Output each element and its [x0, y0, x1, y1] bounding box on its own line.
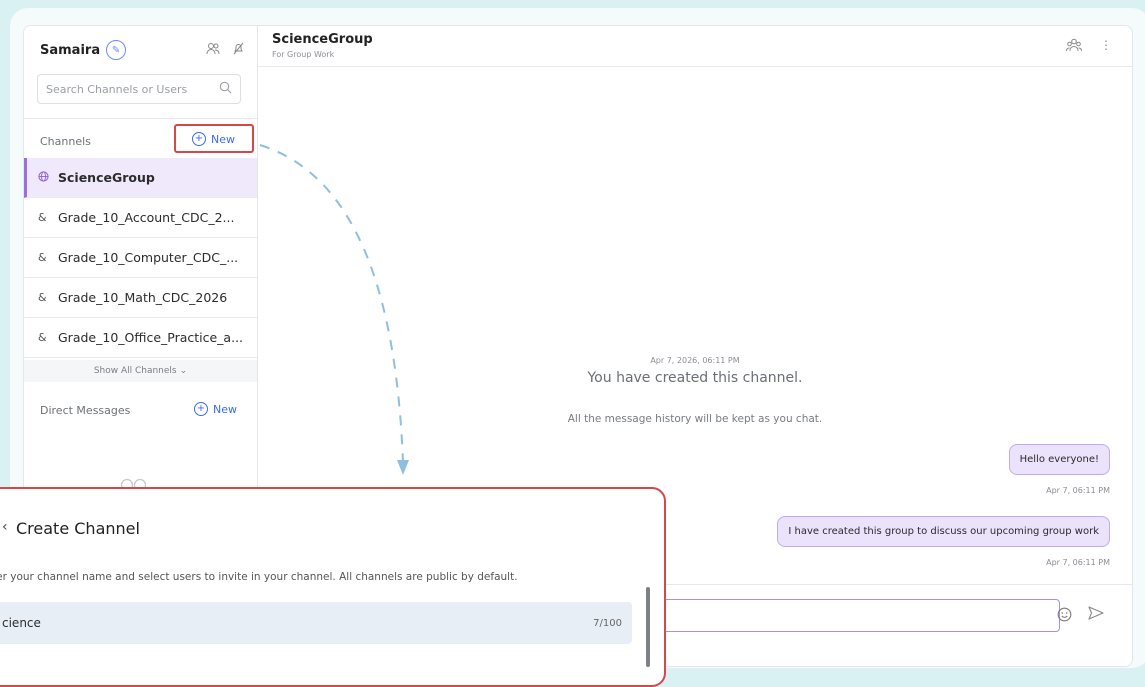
channel-label: Grade_10_Computer_CDC_... [58, 250, 239, 265]
channel-item-sciencegroup[interactable]: ScienceGroup [24, 158, 257, 198]
plus-icon: + [194, 402, 208, 416]
members-icon[interactable] [1066, 38, 1082, 55]
channel-item-math[interactable]: & Grade_10_Math_CDC_2026 [24, 278, 257, 318]
dialog-title: Create Channel [16, 519, 140, 538]
message-input[interactable] [618, 599, 1060, 632]
message-timestamp: Apr 7, 06:11 PM [1046, 486, 1110, 495]
channel-item-computer[interactable]: & Grade_10_Computer_CDC_... [24, 238, 257, 278]
user-name: Samaira [40, 42, 101, 58]
send-icon[interactable] [1088, 606, 1104, 624]
globe-icon [38, 170, 52, 185]
create-channel-dialog: ‹ Create Channel ter your channel name a… [0, 487, 666, 687]
sidebar-top-icons [206, 42, 245, 59]
created-timestamp: Apr 7, 2026, 06:11 PM [650, 356, 740, 365]
search-icon[interactable] [219, 81, 232, 98]
search-placeholder: Search Channels or Users [46, 82, 188, 96]
channel-created-info: Apr 7, 2026, 06:11 PM You have created t… [258, 356, 1132, 386]
mute-notifications-icon[interactable] [232, 42, 245, 59]
message-bubble[interactable]: Hello everyone! [1008, 444, 1110, 475]
show-all-label: Show All Channels [93, 366, 177, 376]
channel-subtitle: For Group Work [272, 50, 335, 59]
created-text: You have created this channel. [587, 370, 803, 386]
channel-label: Grade_10_Account_CDC_2... [58, 210, 235, 225]
more-options-icon[interactable]: ⋮ [1100, 38, 1112, 55]
channel-item-account[interactable]: & Grade_10_Account_CDC_2... [24, 198, 257, 238]
new-direct-message-button[interactable]: + New [194, 402, 237, 416]
new-dm-label: New [213, 402, 237, 416]
users-icon[interactable] [206, 42, 220, 59]
message-bubble[interactable]: I have created this group to discuss our… [777, 516, 1110, 547]
sidebar-divider [24, 118, 257, 119]
emoji-icon[interactable] [1057, 607, 1072, 626]
chevron-down-icon: ⌄ [179, 366, 188, 376]
history-note: All the message history will be kept as … [567, 413, 823, 425]
channels-section-title: Channels [40, 135, 91, 148]
channel-list: ScienceGroup & Grade_10_Account_CDC_2...… [24, 158, 257, 358]
channel-item-office-practice[interactable]: & Grade_10_Office_Practice_a... [24, 318, 257, 358]
header-icons: ⋮ [1066, 38, 1112, 55]
group-icon: & [38, 331, 47, 344]
new-channel-highlight-box [174, 124, 254, 153]
channel-label: Grade_10_Office_Practice_a... [58, 330, 244, 345]
show-all-channels-button[interactable]: Show All Channels ⌄ [24, 360, 257, 382]
edit-profile-icon[interactable]: ✎ [106, 40, 127, 60]
group-icon: & [38, 251, 47, 264]
channel-label: ScienceGroup [58, 170, 155, 185]
chat-header: ScienceGroup For Group Work ⋮ [258, 26, 1132, 67]
direct-messages-title: Direct Messages [40, 404, 131, 417]
channel-name-input[interactable]: cience 7/100 [0, 602, 632, 644]
dialog-description: ter your channel name and select users t… [0, 571, 518, 583]
user-row: Samaira ✎ [40, 38, 245, 62]
group-icon: & [38, 291, 47, 304]
char-counter: 7/100 [593, 617, 622, 629]
search-input[interactable]: Search Channels or Users [37, 74, 241, 104]
dialog-scrollbar[interactable] [646, 587, 650, 667]
channel-name-value: cience [2, 616, 41, 630]
group-icon: & [38, 211, 47, 224]
message-timestamp: Apr 7, 06:11 PM [1046, 558, 1110, 567]
empty-messages-illustration-icon [118, 474, 150, 492]
channel-title: ScienceGroup [272, 32, 373, 47]
channel-label: Grade_10_Math_CDC_2026 [58, 290, 228, 305]
back-arrow-icon[interactable]: ‹ [2, 519, 8, 535]
